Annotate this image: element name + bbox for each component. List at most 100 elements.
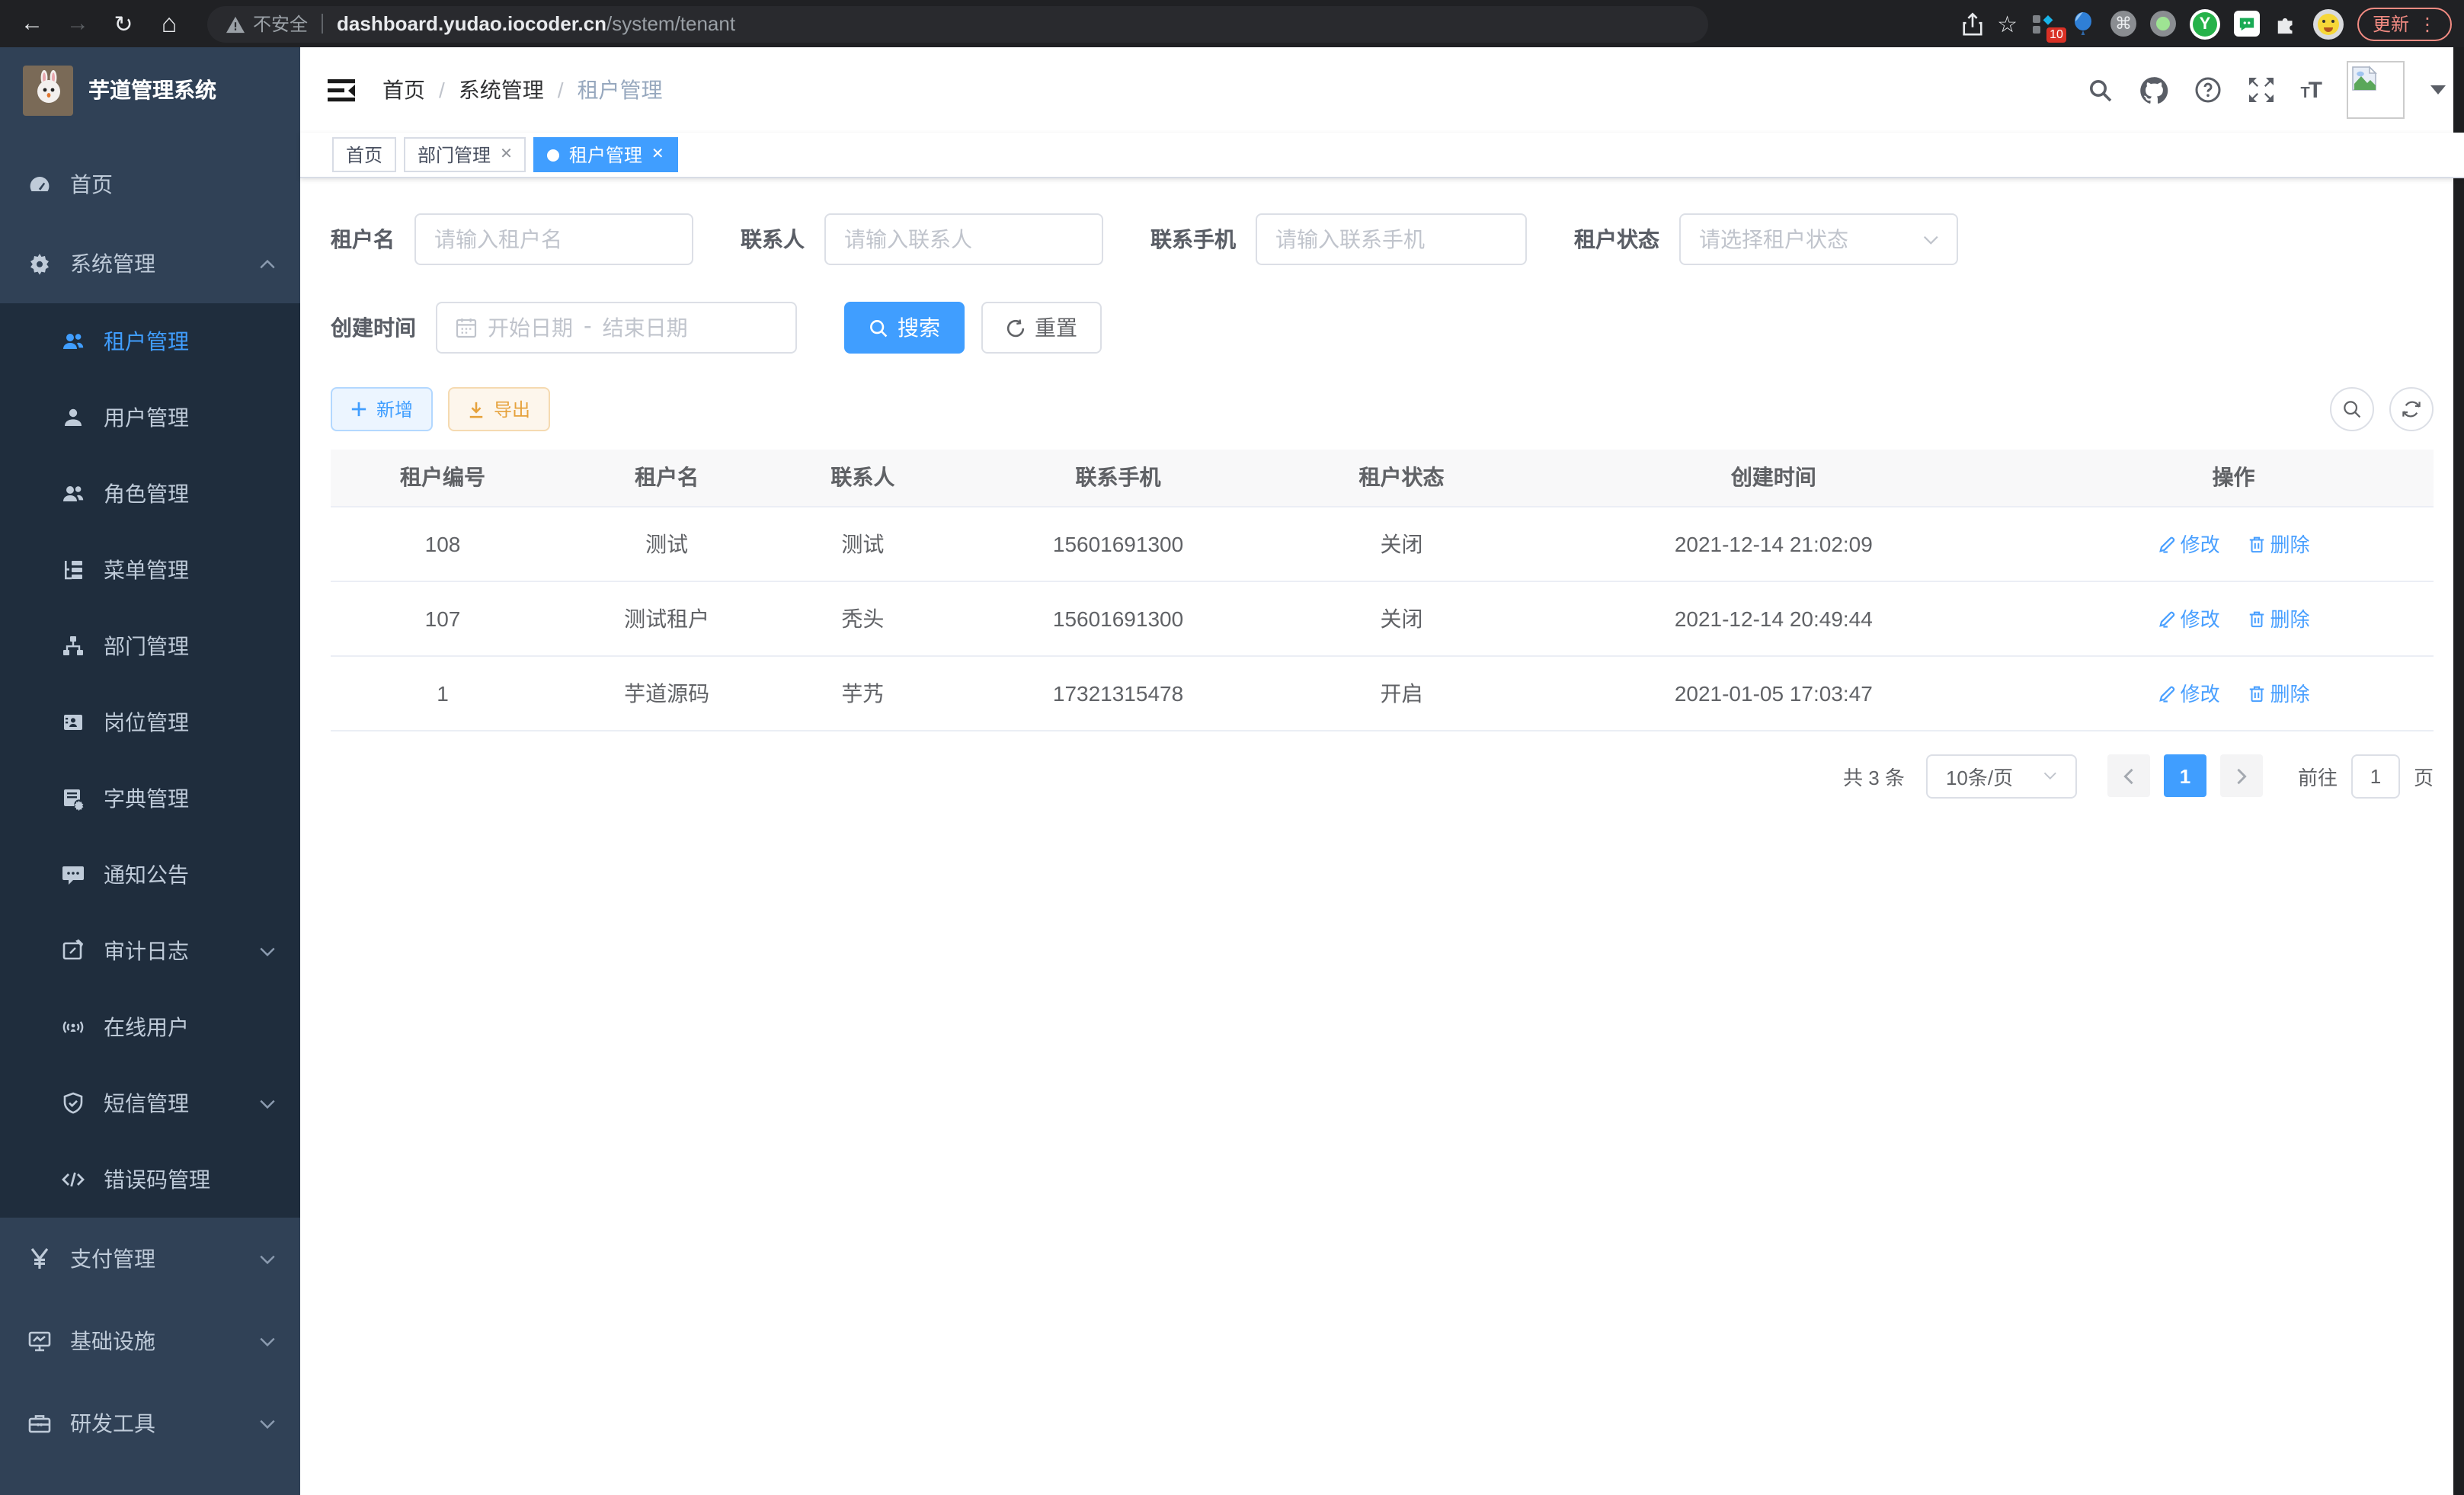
prev-page-button[interactable] xyxy=(2107,754,2150,797)
pencil-icon xyxy=(2158,534,2176,552)
close-icon[interactable]: ✕ xyxy=(651,146,664,163)
status-select[interactable] xyxy=(1679,213,1958,265)
fullscreen-icon[interactable] xyxy=(2247,76,2274,104)
sidebar-item-errcode[interactable]: 错误码管理 xyxy=(0,1141,300,1218)
security-warning[interactable]: 不安全 xyxy=(226,11,308,37)
breadcrumb-system[interactable]: 系统管理 xyxy=(459,75,544,105)
forward-icon[interactable]: → xyxy=(55,11,101,37)
sidebar-item-devtools[interactable]: 研发工具 xyxy=(0,1382,300,1465)
close-icon[interactable]: ✕ xyxy=(500,146,513,163)
extensions-puzzle-icon[interactable] xyxy=(2274,11,2299,37)
page-size-select[interactable] xyxy=(1926,754,2077,798)
sidebar-item-post[interactable]: 岗位管理 xyxy=(0,684,300,760)
next-page-button[interactable] xyxy=(2220,754,2263,797)
add-button[interactable]: 新增 xyxy=(331,387,433,431)
reset-button[interactable]: 重置 xyxy=(981,302,1102,354)
sidebar-item-audit-log[interactable]: 审计日志 xyxy=(0,913,300,989)
pagination: 共 3 条 1 前往 页 xyxy=(331,754,2434,798)
user-avatar[interactable] xyxy=(2347,61,2405,119)
download-icon xyxy=(468,400,485,418)
sidebar-item-sms[interactable]: 短信管理 xyxy=(0,1065,300,1141)
sidebar-item-menu[interactable]: 菜单管理 xyxy=(0,532,300,608)
bookmark-star-icon[interactable]: ☆ xyxy=(1997,10,2018,37)
trash-icon xyxy=(2247,534,2265,552)
chrome-update-button[interactable]: 更新 ⋮ xyxy=(2357,7,2452,40)
chevron-down-icon xyxy=(259,1098,276,1109)
font-size-icon[interactable]: TT xyxy=(2300,77,2321,103)
chevron-up-icon xyxy=(259,258,276,269)
back-icon[interactable]: ← xyxy=(9,11,55,37)
sidebar-item-tenant[interactable]: 租户管理 xyxy=(0,303,300,379)
col-tenant-name: 租户名 xyxy=(555,450,779,506)
page-number-button[interactable]: 1 xyxy=(2164,754,2206,797)
profile-avatar-icon[interactable] xyxy=(2313,8,2344,39)
goto-page-input[interactable] xyxy=(2351,754,2400,798)
delete-button[interactable]: 删除 xyxy=(2247,603,2309,632)
sidebar-item-pay[interactable]: 支付管理 xyxy=(0,1218,300,1300)
sidebar-item-role[interactable]: 角色管理 xyxy=(0,456,300,532)
kebab-menu-icon[interactable]: ⋮ xyxy=(2418,13,2437,34)
extension-y-icon[interactable]: Y xyxy=(2190,8,2220,39)
table-row: 108 测试 测试 15601691300 关闭 2021-12-14 21:0… xyxy=(331,506,2434,581)
status-badge: 关闭 xyxy=(1289,506,1513,581)
reload-icon[interactable]: ↻ xyxy=(101,10,146,37)
sidebar-item-system[interactable]: 系统管理 xyxy=(0,224,300,303)
refresh-table-button[interactable] xyxy=(2389,387,2434,431)
contact-input[interactable] xyxy=(824,213,1103,265)
col-created: 创建时间 xyxy=(1514,450,2034,506)
chevron-right-icon xyxy=(2235,767,2248,784)
delete-button[interactable]: 删除 xyxy=(2247,678,2309,707)
sidebar-item-home[interactable]: 首页 xyxy=(0,145,300,224)
edit-button[interactable]: 修改 xyxy=(2158,678,2220,707)
search-icon xyxy=(869,318,888,338)
sidebar-item-dict[interactable]: 字典管理 xyxy=(0,760,300,837)
search-button[interactable]: 搜索 xyxy=(844,302,965,354)
col-status: 租户状态 xyxy=(1289,450,1513,506)
collapse-sidebar-icon[interactable] xyxy=(328,78,355,101)
mobile-label: 联系手机 xyxy=(1150,224,1236,255)
tenant-name-input[interactable] xyxy=(414,213,693,265)
date-range-picker[interactable]: 开始日期 - 结束日期 xyxy=(436,302,797,354)
delete-button[interactable]: 删除 xyxy=(2247,529,2309,558)
avatar-caret-icon[interactable] xyxy=(2430,85,2446,94)
table-row: 1 芋道源码 芋艿 17321315478 开启 2021-01-05 17:0… xyxy=(331,655,2434,730)
app-logo[interactable]: 芋道管理系统 xyxy=(0,47,300,133)
status-label: 租户状态 xyxy=(1574,224,1659,255)
logo-rabbit-image xyxy=(23,65,73,115)
export-button[interactable]: 导出 xyxy=(448,387,550,431)
sidebar-item-notice[interactable]: 通知公告 xyxy=(0,837,300,913)
github-icon[interactable] xyxy=(2139,75,2168,104)
sidebar-item-infra[interactable]: 基础设施 xyxy=(0,1300,300,1382)
extension-record-icon[interactable] xyxy=(2150,11,2176,37)
edit-button[interactable]: 修改 xyxy=(2158,529,2220,558)
pencil-icon xyxy=(2158,609,2176,627)
gear-icon xyxy=(27,251,52,276)
browser-toolbar: ← → ↻ ⌂ 不安全 dashboard.yudao.iocoder.cn/s… xyxy=(0,0,2464,47)
mobile-input[interactable] xyxy=(1256,213,1527,265)
sidebar-item-dept[interactable]: 部门管理 xyxy=(0,608,300,684)
tags-view-bar: 首页 部门管理✕ 租户管理✕ xyxy=(300,133,2464,178)
header-search-icon[interactable] xyxy=(2087,77,2113,103)
breadcrumb-current: 租户管理 xyxy=(578,75,663,105)
extension-command-icon[interactable]: ⌘ xyxy=(2110,11,2136,37)
tab-home[interactable]: 首页 xyxy=(332,137,396,172)
tab-dept[interactable]: 部门管理✕ xyxy=(404,137,526,172)
tab-tenant[interactable]: 租户管理✕ xyxy=(534,137,678,172)
toggle-search-button[interactable] xyxy=(2330,387,2374,431)
sidebar-item-user[interactable]: 用户管理 xyxy=(0,379,300,456)
breadcrumb-home[interactable]: 首页 xyxy=(382,75,425,105)
chevron-down-icon xyxy=(259,1336,276,1346)
edit-button[interactable]: 修改 xyxy=(2158,603,2220,632)
extension-tabs-icon[interactable]: 10 xyxy=(2031,11,2057,37)
extension-balloon-icon[interactable] xyxy=(2071,11,2097,37)
divider xyxy=(322,14,323,34)
home-icon[interactable]: ⌂ xyxy=(146,8,192,39)
app-title: 芋道管理系统 xyxy=(88,75,216,105)
help-icon[interactable] xyxy=(2194,76,2221,104)
extension-chat-icon[interactable] xyxy=(2234,11,2260,37)
address-bar[interactable]: 不安全 dashboard.yudao.iocoder.cn/system/te… xyxy=(207,5,1708,42)
sidebar-item-online-users[interactable]: 在线用户 xyxy=(0,989,300,1065)
tree-list-icon xyxy=(61,558,85,582)
page-scrollbar[interactable] xyxy=(2453,47,2464,1495)
share-icon[interactable] xyxy=(1960,11,1983,36)
